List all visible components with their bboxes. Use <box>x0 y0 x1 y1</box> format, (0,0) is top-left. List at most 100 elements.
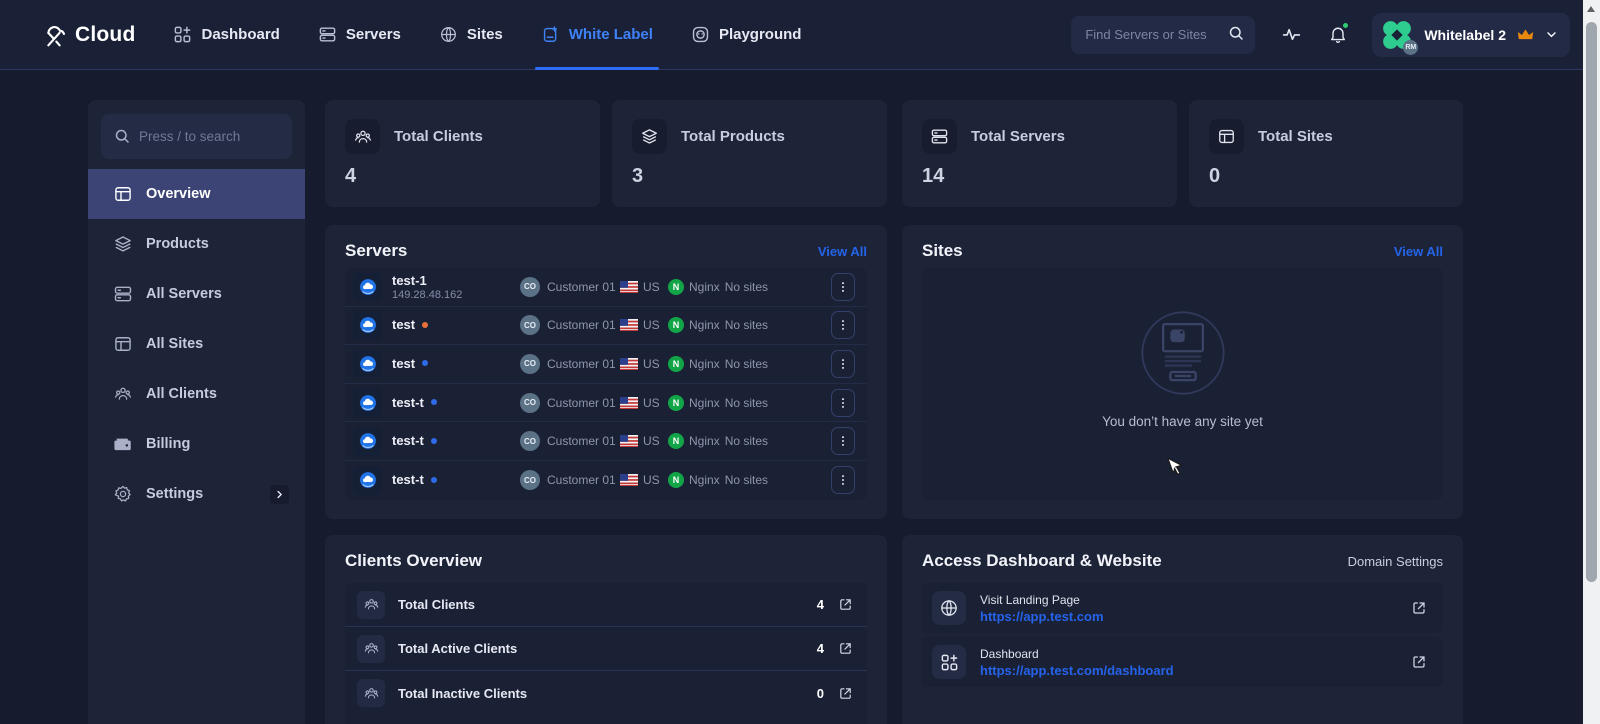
brand-name: Cloud <box>75 23 135 47</box>
server-ip: 149.28.48.162 <box>392 289 520 301</box>
external-link-icon[interactable] <box>1411 654 1427 670</box>
clients-overview-list: Total Clients 4 Total Active Clients 4 T… <box>345 583 867 724</box>
sidebar-item-all-servers[interactable]: All Servers <box>88 269 305 319</box>
user-name: Whitelabel 2 <box>1424 27 1506 43</box>
metric-value: 0 <box>817 686 824 701</box>
external-link-icon[interactable] <box>838 597 853 612</box>
server-name[interactable]: test <box>392 356 415 371</box>
server-name[interactable]: test-t <box>392 395 424 410</box>
clients-overview-row: Total Inactive Clients 0 <box>345 671 867 715</box>
nav-item-sites[interactable]: Sites <box>439 0 503 69</box>
server-menu-button[interactable] <box>831 427 855 455</box>
sidebar-item-settings[interactable]: Settings <box>88 469 305 519</box>
nginx-icon: N <box>668 279 684 295</box>
scroll-up-arrow-icon[interactable] <box>1587 6 1595 12</box>
globe-icon <box>439 25 458 44</box>
metric-label: Total Clients <box>398 597 475 612</box>
server-name[interactable]: test-t <box>392 433 424 448</box>
wallet-icon <box>113 434 133 454</box>
sidebar-item-products[interactable]: Products <box>88 219 305 269</box>
xcloud-logo-icon <box>40 22 68 48</box>
avatar-badge: RM <box>1403 40 1418 55</box>
customer-avatar: CO <box>520 470 540 490</box>
landing-page-url[interactable]: https://app.test.com <box>980 609 1104 624</box>
external-link-icon[interactable] <box>1411 600 1427 616</box>
server-name[interactable]: test-t <box>392 472 424 487</box>
scrollbar[interactable] <box>1583 0 1600 724</box>
dashboard-icon <box>932 645 966 679</box>
server-name[interactable]: test-1 <box>392 273 427 288</box>
dashboard-url[interactable]: https://app.test.com/dashboard <box>980 663 1174 678</box>
server-row[interactable]: test COCustomer 01 US NNginxNo sites <box>345 345 867 384</box>
server-stack: Nginx <box>689 396 720 410</box>
sidebar-item-overview[interactable]: Overview <box>88 169 305 219</box>
gear-icon <box>113 484 133 504</box>
external-link-icon[interactable] <box>838 641 853 656</box>
servers-view-all-link[interactable]: View All <box>818 244 867 259</box>
server-row[interactable]: test-1149.28.48.162 COCustomer 01 US NNg… <box>345 268 867 307</box>
chevron-right-icon[interactable] <box>270 485 289 504</box>
avatar: RM <box>1380 18 1414 52</box>
server-menu-button[interactable] <box>831 389 855 417</box>
link-label: Visit Landing Page <box>980 593 1104 607</box>
server-menu-button[interactable] <box>831 466 855 494</box>
sidebar-item-all-sites[interactable]: All Sites <box>88 319 305 369</box>
server-row[interactable]: test-t COCustomer 01 US NNginxNo sites <box>345 422 867 461</box>
server-region: US <box>643 396 660 410</box>
server-menu-button[interactable] <box>831 311 855 339</box>
sites-panel: Sites View All You don’t have any site y… <box>902 225 1463 519</box>
servers-list: test-1149.28.48.162 CO Customer 01 US N Ng… <box>345 268 867 500</box>
nav-item-dashboard[interactable]: Dashboard <box>173 0 279 69</box>
customer-avatar: CO <box>520 393 540 413</box>
sidebar-item-billing[interactable]: Billing <box>88 419 305 469</box>
activity-pulse-icon[interactable] <box>1281 24 1302 45</box>
server-region: US <box>643 357 660 371</box>
nav-item-white-label[interactable]: White Label <box>541 0 653 69</box>
sidebar-item-label: Overview <box>146 186 211 202</box>
sites-panel-title: Sites <box>922 241 963 261</box>
server-stack: Nginx <box>689 473 720 487</box>
sidebar-item-label: Settings <box>146 486 203 502</box>
link-label: Dashboard <box>980 647 1174 661</box>
user-menu[interactable]: RM Whitelabel 2 <box>1372 13 1570 57</box>
scrollbar-thumb[interactable] <box>1586 22 1597 582</box>
server-status-dot <box>422 322 428 328</box>
customer-name: Customer 01 <box>547 396 616 410</box>
dashboard-icon <box>173 25 192 44</box>
cloud-provider-icon <box>353 349 382 378</box>
server-row[interactable]: test-t COCustomer 01 US NNginxNo sites <box>345 384 867 423</box>
nav-item-playground[interactable]: Playground <box>691 0 802 69</box>
customer-avatar: CO <box>520 431 540 451</box>
nav-item-servers[interactable]: Servers <box>318 0 401 69</box>
nginx-icon: N <box>668 317 684 333</box>
stat-card-total-clients: Total Clients 4 <box>325 100 600 207</box>
server-region: US <box>643 280 660 294</box>
search-icon[interactable] <box>1227 24 1245 42</box>
sites-view-all-link[interactable]: View All <box>1394 244 1443 259</box>
server-sites-count: No sites <box>725 396 768 410</box>
brand-logo[interactable]: Cloud <box>40 22 135 48</box>
clients-overview-panel: Clients Overview Total Clients 4 Total A… <box>325 535 887 724</box>
external-link-icon[interactable] <box>838 686 853 701</box>
servers-icon <box>113 284 133 304</box>
notifications-bell-icon[interactable] <box>1328 24 1348 45</box>
nav-label: Playground <box>719 26 802 43</box>
sites-icon <box>1209 119 1244 154</box>
layers-icon <box>632 119 667 154</box>
domain-settings-link[interactable]: Domain Settings <box>1348 554 1443 569</box>
stat-label: Total Sites <box>1258 128 1333 145</box>
customer-avatar: CO <box>520 277 540 297</box>
server-status-dot <box>431 438 437 444</box>
clients-icon <box>345 119 380 154</box>
server-menu-button[interactable] <box>831 273 855 301</box>
sidebar-item-all-clients[interactable]: All Clients <box>88 369 305 419</box>
server-menu-button[interactable] <box>831 350 855 378</box>
server-row[interactable]: test-t COCustomer 01 US NNginxNo sites <box>345 461 867 500</box>
customer-name: Customer 01 <box>547 434 616 448</box>
server-name[interactable]: test <box>392 317 415 332</box>
server-row[interactable]: test COCustomer 01 US NNginxNo sites <box>345 307 867 346</box>
nav-label: Dashboard <box>201 26 279 43</box>
clients-overview-row: Total Clients 4 <box>345 583 867 627</box>
servers-icon <box>922 119 957 154</box>
servers-panel: Servers View All test-1149.28.48.162 COC… <box>325 225 887 519</box>
